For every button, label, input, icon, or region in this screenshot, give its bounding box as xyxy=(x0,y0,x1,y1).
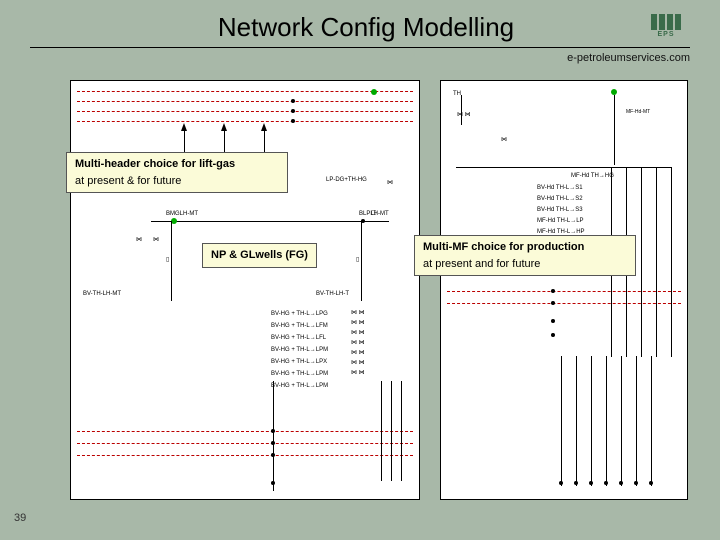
callout-multimf-line2: at present and for future xyxy=(423,256,627,273)
callout-npgl-line1: NP & GLwells (FG) xyxy=(211,249,308,261)
header-bar: Network Config Modelling EPS xyxy=(0,0,720,47)
label-th: TH xyxy=(453,91,461,97)
schematic-left-panel: LP-DG+TH-HG BLPLH-MT BMGLH-MT BV-TH-LH-M… xyxy=(70,80,420,500)
label-mfhd: MF-Hd TH→HG xyxy=(571,173,614,179)
row-label: BV-HG + TH-L→LPG xyxy=(271,311,409,317)
site-url: e-petroleumservices.com xyxy=(0,48,720,72)
label-lpdg: LP-DG+TH-HG xyxy=(326,177,367,183)
eps-logo: EPS xyxy=(642,14,690,42)
callout-liftgas: Multi-header choice for lift-gas at pres… xyxy=(66,152,288,193)
label-bmgl: BMGLH-MT xyxy=(166,211,198,217)
callout-liftgas-line2: at present & for future xyxy=(75,173,279,190)
row-label: BV-HG + TH-L→LPM xyxy=(271,371,409,377)
logo-text: EPS xyxy=(657,31,674,38)
callout-npgl: NP & GLwells (FG) xyxy=(202,243,317,268)
page-number: 39 xyxy=(14,512,26,524)
diagram-area: LP-DG+TH-HG BLPLH-MT BMGLH-MT BV-TH-LH-M… xyxy=(70,80,690,510)
schematic-right-panel: TH ⋈ ⋈ ⋈ MF-Hd-MT MF-Hd TH→HG BV-Hd TH-L… xyxy=(440,80,688,500)
row-label: BV-HG + TH-L→LPM xyxy=(271,383,409,389)
row-label: BV-HG + TH-L→LFL xyxy=(271,335,409,341)
label-bvth2: BV-TH-LH-T xyxy=(316,291,349,297)
callout-liftgas-line1: Multi-header choice for lift-gas xyxy=(75,156,279,173)
callout-multimf: Multi-MF choice for production at presen… xyxy=(414,235,636,276)
arrow-up-icon xyxy=(261,123,267,131)
logo-bars-icon xyxy=(651,14,681,30)
row-label: BV-HG + TH-L→LFM xyxy=(271,323,409,329)
arrow-up-icon xyxy=(221,123,227,131)
row-label: BV-HG + TH-L→LPX xyxy=(271,359,409,365)
label-bvth1: BV-TH-LH-MT xyxy=(83,291,121,297)
arrow-up-icon xyxy=(181,123,187,131)
callout-multimf-line1: Multi-MF choice for production xyxy=(423,239,627,256)
page-title: Network Config Modelling xyxy=(30,12,642,43)
row-label: BV-HG + TH-L→LPM xyxy=(271,347,409,353)
